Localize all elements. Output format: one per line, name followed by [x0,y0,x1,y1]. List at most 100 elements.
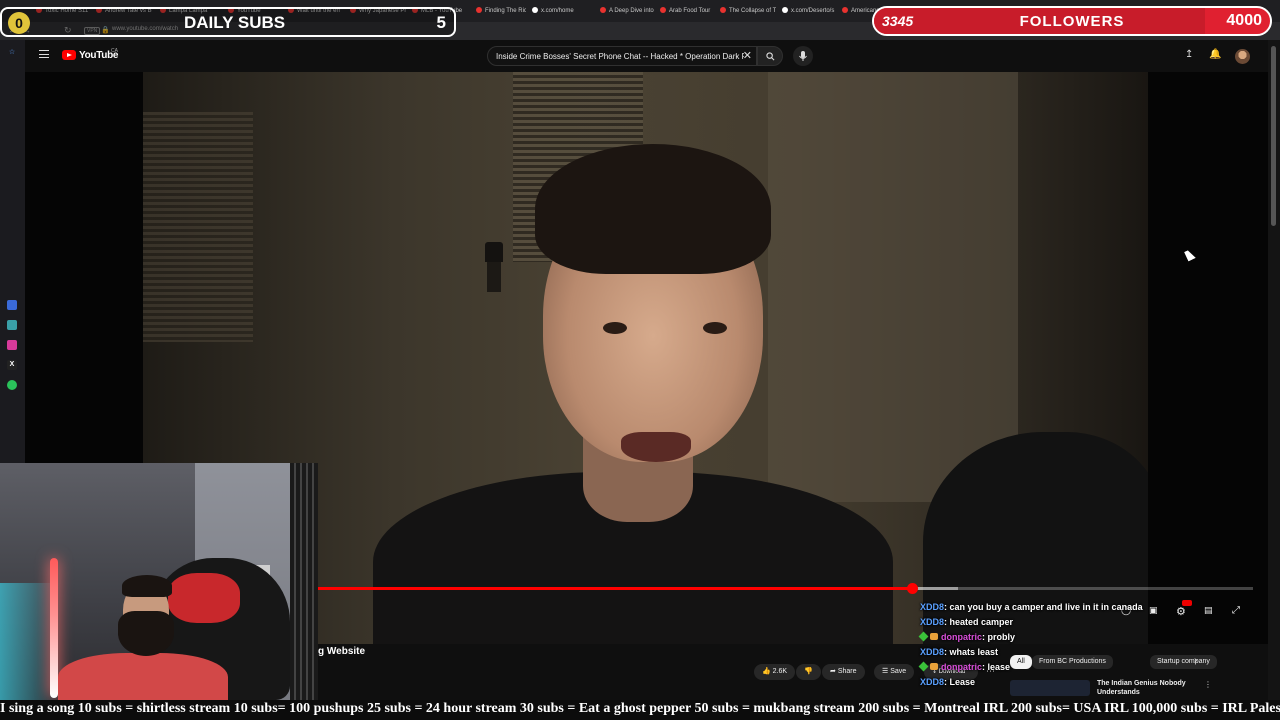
chat-username[interactable]: XDD8 [920,602,944,612]
upload-icon[interactable]: ↥ [1185,49,1193,60]
search-query[interactable]: Inside Crime Bosses' Secret Phone Chat -… [496,52,744,61]
daily-subs-overlay: 0 DAILY SUBS 5 [0,7,456,37]
search-input[interactable]: Inside Crime Bosses' Secret Phone Chat -… [487,46,757,66]
tab-favicon-icon [600,7,606,14]
search-icon [766,52,775,61]
scrubber-handle[interactable] [906,583,918,594]
daily-subs-count: 0 [8,12,30,34]
search-button[interactable] [757,46,783,66]
youtube-header: YouTube CA Inside Crime Bosses' Secret P… [25,40,1280,72]
browser-tab[interactable]: Finding The Rich [476,4,526,18]
moderator-badge-icon [918,661,929,672]
mouse-cursor-icon [1184,248,1196,262]
save-button[interactable]: ☰ Save [874,664,915,680]
background-door [768,72,1018,502]
streamer-beard [118,611,174,656]
instagram-icon[interactable] [7,340,17,350]
hd-badge [1182,600,1192,606]
clear-search-icon[interactable]: ✕ [743,49,752,62]
tab-label: Finding The Rich [485,8,526,14]
lamp-base [487,262,501,292]
miniplayer-icon[interactable]: ▤ [1204,605,1213,616]
presenter-mouth [621,432,691,462]
page-scrollbar[interactable] [1268,40,1280,700]
chat-message: XDD8: heated camper [920,617,1013,627]
chips-next-icon[interactable]: › [1194,655,1197,666]
tab-favicon-icon [842,7,848,14]
chat-username[interactable]: donpatric [941,662,982,672]
tab-favicon-icon [532,7,538,14]
recommended-menu-icon[interactable]: ⋮ [1204,680,1212,689]
settings-gear-icon[interactable]: ⚙ [1176,605,1186,618]
tab-favicon-icon [782,7,788,14]
streamer-shirt [58,653,228,700]
chat-username[interactable]: XDD8 [920,677,944,687]
played-bar [318,587,912,590]
dislike-button[interactable]: 👎 [796,664,821,680]
ticker-text: I sing a song 10 subs = shirtless stream… [0,701,1280,716]
streamer-hair [122,575,172,597]
chat-username[interactable]: XDD8 [920,647,944,657]
stream-chat-overlay: XDD8: can you buy a camper and live in i… [918,602,1170,692]
streamer-webcam [0,463,318,700]
tab-label: Arab Food Tour [669,8,711,14]
browser-tab[interactable]: x.com/Deserto/s [782,4,836,18]
chat-message: XDD8: can you buy a camper and live in i… [920,602,1143,612]
voice-search-button[interactable] [793,46,813,66]
lamp-shade [485,242,503,262]
chat-text: : heated camper [944,617,1014,627]
goals-ticker: I sing a song 10 subs = shirtless stream… [0,700,1280,720]
browser-tab[interactable]: x.com/home [532,4,594,18]
daily-subs-title: DAILY SUBS [184,13,286,32]
region-code: CA [111,48,118,54]
browser-tab[interactable]: A Deep Dive into [600,4,654,18]
video-title: g Website [318,646,366,657]
subscriber-badge-icon [930,633,938,640]
share-label: Share [837,668,857,675]
followers-overlay: 3345 FOLLOWERS 4000 [872,6,1272,36]
presenter-right-eye [703,322,727,334]
chat-text: : lease [982,662,1011,672]
followers-goal: 4000 [1226,12,1262,29]
messenger-icon[interactable] [7,320,17,330]
tab-label: A Deep Dive into [609,8,654,14]
chat-message: donpatric: lease [918,661,1011,672]
chat-message: XDD8: Lease [920,677,975,687]
daily-subs-goal: 5 [436,13,446,32]
browser-tab[interactable]: The Collapse of T [720,4,776,18]
star-icon[interactable]: ☆ [7,48,17,58]
hamburger-menu-icon[interactable] [39,50,49,58]
chat-text: : whats least [944,647,999,657]
led-light-bar [50,558,58,698]
like-button[interactable]: 👍 2.6K [754,664,796,680]
app-icon[interactable] [7,300,17,310]
youtube-logo-icon[interactable] [62,50,76,60]
scrollbar-thumb[interactable] [1271,46,1276,226]
moderator-badge-icon [918,631,929,642]
chat-text: : probly [982,632,1016,642]
spotify-icon[interactable] [7,380,17,390]
microphone-icon [799,51,807,61]
tab-favicon-icon [476,7,482,14]
chat-username[interactable]: donpatric [941,632,982,642]
tab-label: The Collapse of T [729,8,776,14]
window-blinds-left [143,112,253,342]
save-label: Save [890,668,907,675]
tab-label: x.com/Deserto/s [791,8,835,14]
share-button[interactable]: ➦ Share [822,664,865,680]
presenter-left-eye [603,322,627,334]
presenter-hair [535,144,771,274]
browser-tab[interactable]: Arab Food Tour [660,4,714,18]
video-progress-bar[interactable] [318,583,1253,594]
followers-title: FOLLOWERS [1019,13,1125,30]
chat-username[interactable]: XDD8 [920,617,944,627]
account-avatar[interactable] [1235,49,1250,64]
browser-side-strip: ☆ X [0,40,25,465]
chat-message: XDD8: whats least [920,647,998,657]
chat-message: donpatric: probly [918,631,1016,642]
x-icon[interactable]: X [7,360,17,370]
like-count: 2.6K [772,668,788,675]
chat-text: : Lease [944,677,976,687]
notifications-bell-icon[interactable]: 🔔 [1209,49,1221,60]
fullscreen-icon[interactable]: ⤢ [1232,605,1240,616]
